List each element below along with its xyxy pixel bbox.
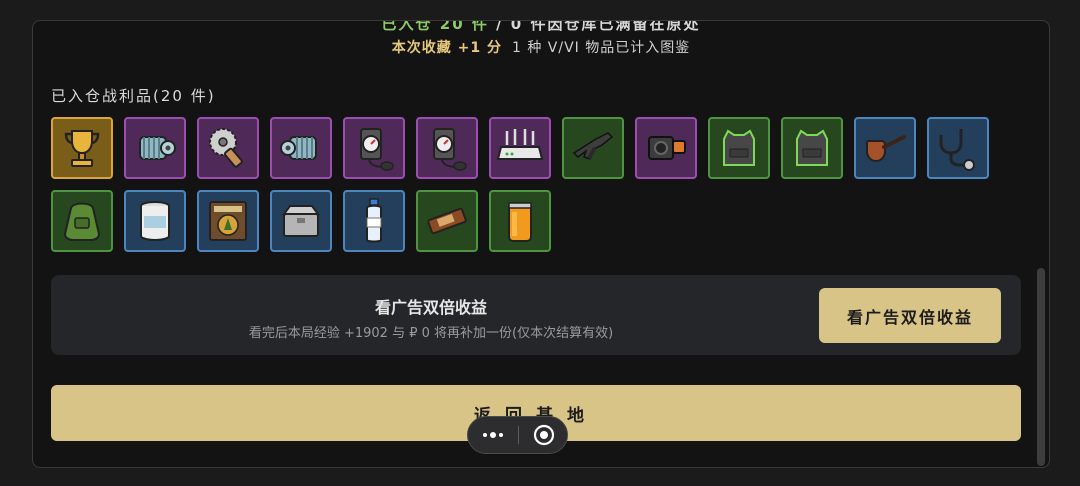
loot-item[interactable] [781, 117, 843, 179]
stethoscope-icon [939, 129, 975, 171]
loot-item[interactable] [197, 117, 259, 179]
motor-icon [139, 136, 176, 160]
loot-item[interactable] [854, 117, 916, 179]
submachine-gun-icon [572, 132, 614, 160]
close-mini-program-button[interactable] [519, 417, 569, 453]
loot-item[interactable] [343, 190, 405, 252]
more-dots-icon [483, 432, 503, 438]
loot-item[interactable] [489, 190, 551, 252]
blood-pressure-gauge-icon [433, 128, 467, 171]
loot-item[interactable] [562, 117, 624, 179]
watch-ad-button[interactable]: 看广告双倍收益 [819, 288, 1001, 343]
tobacco-pipe-icon [866, 135, 906, 163]
soda-can-icon [508, 202, 532, 242]
loot-section-title: 已入仓战利品(20 件) [51, 87, 216, 105]
water-bottle-icon [366, 198, 382, 243]
loot-item[interactable] [416, 190, 478, 252]
loot-item[interactable] [270, 117, 332, 179]
loot-item[interactable] [416, 117, 478, 179]
camcorder-icon [648, 136, 686, 160]
snack-bar-icon [427, 207, 467, 235]
collection-bonus: 本次收藏 +1 分 [391, 40, 502, 56]
settlement-panel: 已入仓 20 件 / 0 件因仓库已满留在原处 本次收藏 +1 分 1 种 V/V… [32, 20, 1050, 468]
loot-item[interactable] [51, 117, 113, 179]
loot-item[interactable] [124, 117, 186, 179]
mini-program-capsule [467, 416, 568, 454]
loot-item[interactable] [708, 117, 770, 179]
collection-summary: 本次收藏 +1 分 1 种 V/VI 物品已计入图鉴 [33, 37, 1049, 57]
backpack-icon [63, 202, 101, 241]
loot-item[interactable] [489, 117, 551, 179]
loot-item[interactable] [635, 117, 697, 179]
double-reward-title: 看广告双倍收益 [374, 298, 487, 317]
loot-item[interactable] [270, 190, 332, 252]
wifi-router-icon [496, 129, 544, 160]
stored-overflow-note: / 0 件因仓库已满留在原处 [488, 20, 701, 33]
blood-pressure-gauge-icon [360, 128, 394, 171]
more-options-button[interactable] [468, 417, 518, 453]
motor-icon [280, 136, 317, 160]
saw-blade-icon [209, 128, 243, 168]
loot-item[interactable] [124, 190, 186, 252]
stored-summary: 已入仓 20 件 / 0 件因仓库已满留在原处 [33, 20, 1049, 34]
double-reward-description: 看完后本局经验 +1902 与 ₽ 0 将再补加一份(仅本次结算有效) [248, 326, 614, 341]
double-reward-card: 看广告双倍收益 看完后本局经验 +1902 与 ₽ 0 将再补加一份(仅本次结算… [51, 275, 1021, 355]
tin-can-icon [140, 201, 170, 242]
survival-essentials-book-icon [209, 201, 247, 241]
stored-count: 已入仓 20 件 [381, 20, 489, 33]
loot-item[interactable] [51, 190, 113, 252]
loot-item[interactable] [343, 117, 405, 179]
collection-note: 1 种 V/VI 物品已计入图鉴 [511, 40, 691, 56]
loot-item[interactable] [927, 117, 989, 179]
trophy-icon [64, 130, 100, 167]
metal-box-icon [282, 205, 320, 237]
armor-vest-icon [723, 129, 755, 166]
loot-item[interactable] [197, 190, 259, 252]
armor-vest-icon [796, 129, 828, 166]
target-close-icon [533, 424, 555, 446]
scrollbar[interactable] [1037, 268, 1045, 466]
